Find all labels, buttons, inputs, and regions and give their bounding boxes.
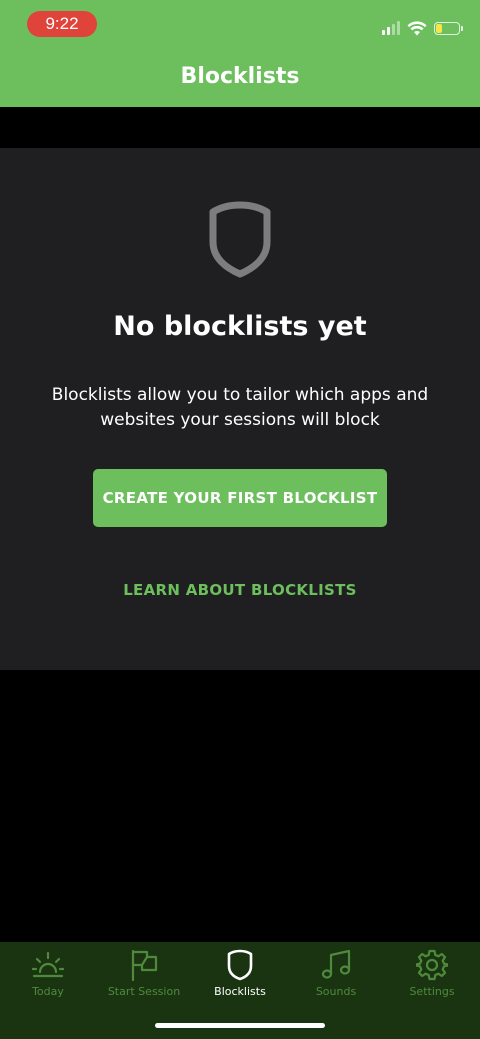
home-indicator[interactable] [155, 1023, 325, 1028]
status-icons [382, 18, 463, 38]
sunrise-icon [32, 951, 64, 978]
tab-bar: Today Start Session Blocklists Sounds Se… [0, 942, 480, 1039]
empty-state-card: No blocklists yet Blocklists allow you t… [0, 148, 480, 670]
empty-state-title: No blocklists yet [113, 311, 367, 342]
empty-state-description: Blocklists allow you to tailor which app… [51, 385, 429, 430]
wifi-icon [407, 20, 427, 35]
shield-icon [227, 949, 253, 981]
page-title: Blocklists [180, 64, 300, 89]
shield-icon [209, 201, 271, 278]
tab-sounds-label: Sounds [315, 985, 357, 998]
tab-start-session[interactable]: Start Session [96, 942, 192, 1004]
gear-icon [416, 949, 448, 981]
battery-icon [434, 21, 463, 35]
tab-blocklists[interactable]: Blocklists [192, 942, 288, 1004]
tab-sounds[interactable]: Sounds [288, 942, 384, 1004]
tab-blocklists-label: Blocklists [214, 985, 266, 998]
status-time: 9:22 [27, 11, 97, 37]
learn-about-blocklists-link[interactable]: LEARN ABOUT BLOCKLISTS [0, 581, 480, 599]
flag-icon [131, 949, 158, 981]
cellular-signal-icon [382, 21, 400, 35]
tab-start-session-label: Start Session [107, 985, 181, 998]
tab-today-label: Today [32, 985, 64, 998]
tab-today[interactable]: Today [0, 942, 96, 1004]
music-note-icon [321, 949, 351, 979]
header: 9:22 Blocklists [0, 0, 480, 107]
blocklists-screen: 9:22 Blocklists No blocklists yet Blockl [0, 0, 480, 1039]
create-first-blocklist-button[interactable]: CREATE YOUR FIRST BLOCKLIST [93, 469, 387, 527]
tab-settings[interactable]: Settings [384, 942, 480, 1004]
tab-settings-label: Settings [409, 985, 455, 998]
